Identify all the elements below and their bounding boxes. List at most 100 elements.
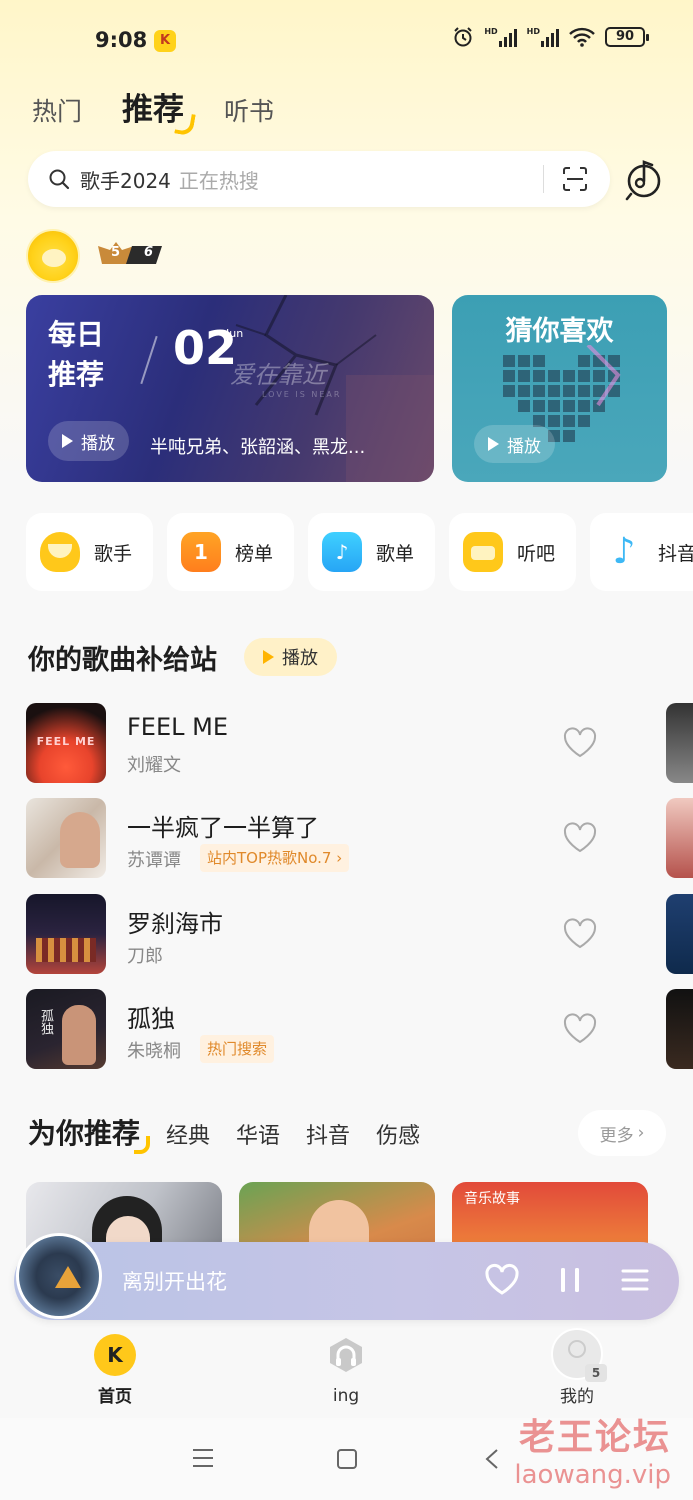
song-artist: 朱晓桐 (127, 1041, 181, 1062)
heart-icon[interactable] (562, 1013, 598, 1045)
song-cover (26, 894, 106, 974)
entry-label: 榜单 (235, 542, 274, 565)
song-name: 一半疯了一半算了 (127, 814, 319, 842)
entry-listen-bar[interactable]: 听吧 (449, 513, 576, 591)
recommend-title[interactable]: 为你推荐 (28, 1112, 151, 1154)
song-tag[interactable]: 热门搜索 (200, 1035, 275, 1063)
entry-singers[interactable]: 歌手 (26, 513, 153, 591)
scan-icon[interactable] (562, 166, 588, 192)
heart-icon[interactable] (562, 918, 598, 950)
cover-text: FEEL ME (36, 735, 96, 748)
search-divider (543, 165, 544, 193)
daily-art-subtext: LOVE IS NEAR (262, 390, 342, 399)
play-icon (62, 434, 73, 448)
signal-bars-icon (498, 27, 517, 47)
daily-title-line2: 推荐 (48, 358, 105, 391)
watermark-line2: laowang.vip (514, 1460, 671, 1490)
signal-2: HD (527, 27, 559, 47)
singer-icon (40, 532, 80, 572)
menu-icon[interactable] (192, 1448, 214, 1468)
bottom-nav: K 首页 ing 5 我的 (0, 1328, 693, 1416)
kuwo-app-icon: K (154, 30, 176, 52)
tab-hot[interactable]: 热门 (32, 92, 82, 128)
heart-icon[interactable] (484, 1262, 520, 1298)
guess-play-label: 播放 (507, 436, 541, 457)
tab-audiobook[interactable]: 听书 (224, 92, 274, 128)
vip-level-badge[interactable]: 5 6 (96, 240, 164, 268)
search-query: 歌手2024 (80, 168, 171, 193)
pause-icon[interactable] (552, 1262, 588, 1298)
chevron-right-icon: › (637, 1123, 645, 1143)
player-song-title: 离别开出花 (122, 1270, 227, 1294)
heart-icon[interactable] (562, 822, 598, 854)
daily-art-text: 爱在靠近 (230, 361, 326, 389)
daily-month: Jun (226, 327, 244, 340)
search-icon (49, 169, 70, 190)
listen-recognize-icon[interactable] (623, 156, 665, 202)
daily-artists: 半吨兄弟、张韶涵、黑龙... (150, 437, 366, 458)
profile-avatar-icon: 5 (551, 1328, 607, 1382)
back-icon[interactable] (484, 1448, 500, 1470)
user-avatar[interactable] (26, 229, 80, 283)
entry-label: 抖音 (658, 542, 693, 565)
wifi-icon (569, 27, 595, 47)
next-page-peek (666, 798, 693, 878)
level-badge: 5 (585, 1364, 607, 1382)
entry-douyin[interactable]: ♪ 抖音 (590, 513, 693, 591)
tab-sad[interactable]: 伤感 (376, 1118, 420, 1150)
network-label-1: HD (484, 27, 498, 36)
mini-player[interactable]: 离别开出花 (14, 1233, 679, 1320)
watermark-line1: 老王论坛 (518, 1417, 671, 1458)
guess-play-button[interactable]: 播放 (474, 425, 555, 463)
song-tag[interactable]: 站内TOP热歌No.7 › (200, 844, 350, 872)
more-button[interactable]: 更多 › (578, 1110, 666, 1156)
playlist-queue-icon[interactable] (617, 1262, 653, 1298)
status-icons: HD HD 90 (452, 26, 649, 48)
nav-label: 我的 (560, 1387, 594, 1407)
daily-play-button[interactable]: 播放 (48, 421, 129, 461)
daily-recommend-card[interactable]: 每日 推荐 02 Jun 爱在靠近 LOVE IS NEAR 播放 半吨兄弟、张… (26, 295, 434, 482)
nav-mine[interactable]: 5 我的 (532, 1328, 622, 1407)
chart-icon: 1 (181, 532, 221, 572)
song-item[interactable]: 罗刹海市 刀郎 (26, 894, 693, 974)
cover-text: 孤独 (38, 1009, 53, 1035)
battery-icon: 90 (605, 27, 649, 47)
song-name: FEEL ME (127, 713, 229, 741)
entry-playlists[interactable]: ♪ 歌单 (308, 513, 435, 591)
supply-play-button[interactable]: 播放 (244, 638, 337, 676)
song-item[interactable]: 孤独 孤独 朱晓桐 热门搜索 (26, 989, 693, 1069)
play-icon (488, 437, 499, 451)
search-hint: 正在热搜 (178, 168, 259, 193)
search-bar[interactable]: 歌手2024 正在热搜 (28, 151, 610, 207)
song-item[interactable]: 一半疯了一半算了 苏谭谭 站内TOP热歌No.7 › (26, 798, 693, 878)
song-name: 孤独 (127, 1005, 175, 1033)
daily-title: 每日 推荐 (48, 315, 104, 395)
song-name: 罗刹海市 (127, 910, 223, 938)
tab-chinese[interactable]: 华语 (236, 1118, 280, 1150)
home-square-icon[interactable] (336, 1448, 358, 1470)
next-page-peek (666, 703, 693, 783)
nav-ing[interactable]: ing (301, 1330, 391, 1406)
player-cover[interactable] (16, 1233, 102, 1319)
headphones-icon (330, 1338, 362, 1372)
song-item[interactable]: FEEL ME FEEL ME 刘耀文 (26, 703, 693, 783)
status-time: 9:08 (95, 28, 148, 52)
watermark: 老王论坛 laowang.vip (514, 1408, 671, 1490)
avatar-face-icon (42, 249, 66, 267)
signal-1: HD (484, 27, 517, 47)
nav-home[interactable]: K 首页 (70, 1330, 160, 1407)
signal-bars-icon (541, 27, 559, 47)
entry-label: 歌单 (376, 542, 415, 565)
story-label: 音乐故事 (464, 1191, 520, 1207)
song-artist: 刘耀文 (127, 755, 181, 776)
tab-douyin[interactable]: 抖音 (306, 1118, 350, 1150)
play-icon (263, 650, 274, 664)
guess-you-like-card[interactable]: 猜你喜欢 播放 (452, 295, 667, 482)
heart-icon[interactable] (562, 727, 598, 759)
entry-charts[interactable]: 1 榜单 (167, 513, 294, 591)
tab-recommend[interactable]: 推荐 (122, 84, 184, 129)
tab-classic[interactable]: 经典 (166, 1118, 210, 1150)
network-label-2: HD (526, 27, 540, 36)
song-artist: 刀郎 (127, 946, 163, 967)
level-badge-icon (98, 242, 162, 264)
